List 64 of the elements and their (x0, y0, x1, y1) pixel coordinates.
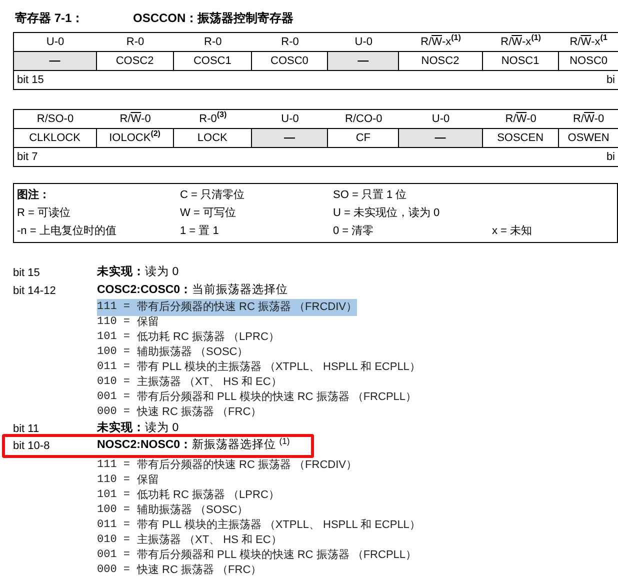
bit-number: bi (606, 150, 615, 165)
option-line: 110 = 保留 (97, 315, 159, 330)
bit-number: bi (606, 72, 615, 88)
bit-description: 未实现：读为 0 (97, 420, 179, 436)
bit-name-cell: NOSC1 (482, 52, 560, 70)
bit-name-cell: IOLOCK$^{(2)}$ (96, 129, 174, 147)
access-label: R/W-x$^{(1)}$ (420, 33, 462, 50)
bit-name-cell: — (14, 52, 96, 70)
bit-description: 未实现：读为 0 (97, 264, 179, 280)
legend-heading: 图注： (17, 188, 51, 203)
access-label: R/W-0 (504, 112, 538, 127)
access-label: R/W-x$^{(1}$ (568, 33, 608, 50)
bit-name-cell: COSC0 (252, 52, 328, 70)
option-line: 011 = 带有 PLL 模块的主振荡器 （XTPLL、 HSPLL 和 ECPLL） (97, 518, 420, 534)
legend-entry: R = 可读位 (17, 206, 72, 221)
access-label: U-0 (354, 34, 374, 50)
access-label: R-0 (280, 34, 300, 50)
option-line: 001 = 带有后分频器和 PLL 模块的快速 RC 振荡器 （FRCPLL） (97, 390, 417, 406)
access-label: R/SO-0 (36, 112, 75, 127)
register-title: OSCCON：振荡器控制寄存器 (133, 10, 294, 27)
bit-number: bit 14-12 (13, 284, 57, 299)
bit-number: bit 10-8 (13, 438, 51, 454)
legend-entry: -n = 上电复位时的值 (17, 224, 118, 239)
option-line: 000 = 快速 RC 振荡器 （FRC） (97, 404, 262, 420)
bit-name-cell: — (399, 129, 482, 147)
option-line: 110 = 保留 (97, 473, 159, 488)
legend-entry: SO = 只置 1 位 (333, 188, 408, 203)
bit-number: bit 15 (17, 72, 44, 88)
option-line: 010 = 主振荡器 （XT、 HS 和 EC） (97, 374, 282, 390)
bit-number: bit 7 (17, 150, 38, 165)
bit-number: bit 11 (13, 422, 40, 437)
access-label: R/CO-0 (344, 112, 384, 127)
bit-name-cell: SOSCEN (482, 129, 560, 147)
access-label: U-0 (430, 112, 451, 127)
access-label: R-0 (125, 34, 146, 50)
legend-entry: U = 未实现位，读为 0 (333, 206, 441, 221)
access-label: R/W-0 (572, 112, 606, 127)
option-line: 000 = 快速 RC 振荡器 （FRC） (97, 562, 262, 578)
option-line: 001 = 带有后分频器和 PLL 模块的快速 RC 振荡器 （FRCPLL） (97, 548, 417, 564)
option-line: 111 = 带有后分频器的快速 RC 振荡器 （FRCDIV） (97, 458, 357, 474)
bit-name-cell: — (252, 129, 328, 147)
legend-entry: W = 可写位 (180, 206, 237, 221)
legend-entry: x = 未知 (492, 224, 534, 239)
option-line: 101 = 低功耗 RC 振荡器 （LPRC） (97, 330, 280, 346)
option-line: 010 = 主振荡器 （XT、 HS 和 EC） (97, 532, 282, 548)
legend-entry: 1 = 置 1 (180, 224, 220, 239)
access-label: R/W-x$^{(1)}$ (500, 33, 542, 50)
bit-description: NOSC2:NOSC0：新振荡器选择位 $^{(1)}$ (97, 437, 290, 454)
access-label: R-0 (203, 34, 223, 50)
bit-name-cell: — (328, 52, 400, 70)
bit-number: bit 15 (13, 266, 41, 281)
bit-description: COSC2:COSC0：当前振荡器选择位 (97, 282, 288, 298)
access-label: U-0 (45, 34, 66, 50)
option-line: 100 = 辅助振荡器 （SOSC） (97, 502, 248, 518)
register-label: 寄存器 7-1： (14, 10, 85, 27)
access-label: R-0$^{(3)}$ (198, 110, 228, 127)
bit-name-cell: COSC2 (96, 52, 174, 70)
legend-entry: C = 只清零位 (180, 188, 246, 203)
option-line: 100 = 辅助振荡器 （SOSC） (97, 344, 248, 360)
option-line: 011 = 带有 PLL 模块的主振荡器 （XTPLL、 HSPLL 和 ECPLL） (97, 360, 420, 376)
access-label: U-0 (280, 112, 300, 127)
access-label: R/W-0 (118, 112, 152, 127)
option-line: 101 = 低功耗 RC 振荡器 （LPRC） (97, 488, 280, 504)
legend-entry: 0 = 清零 (333, 224, 375, 239)
